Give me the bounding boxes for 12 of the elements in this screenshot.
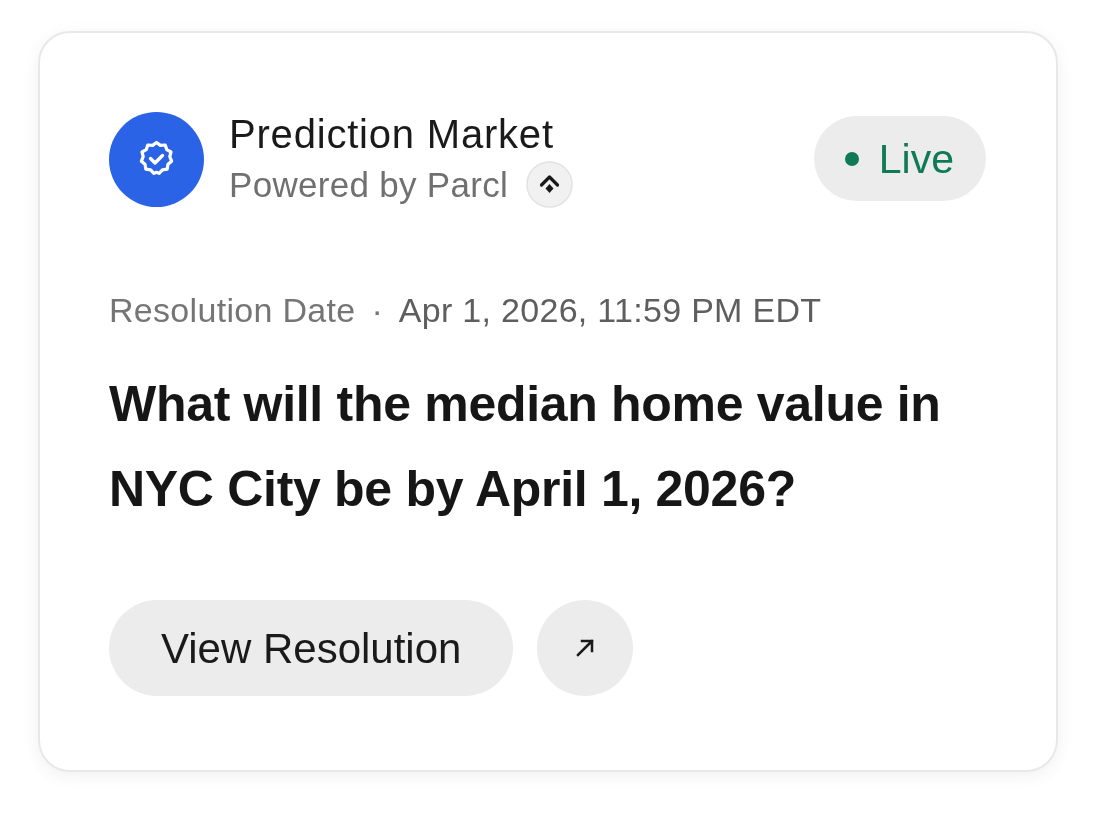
status-dot-icon <box>844 151 859 166</box>
resolution-date: Apr 1, 2026, 11:59 PM EDT <box>398 290 822 330</box>
arrow-up-right-icon <box>576 639 595 657</box>
status-label: Live <box>878 135 954 182</box>
logo-icon <box>526 161 574 208</box>
view-resolution-button[interactable]: View Resolution <box>109 600 514 696</box>
question-heading: What will the median home value in NYC City be by April 1, 2026? <box>109 375 942 519</box>
separator: · <box>371 290 383 330</box>
card-subtitle: Powered by Parcl <box>229 163 509 206</box>
card-title: Prediction Market <box>229 111 555 157</box>
verified-badge-icon <box>109 112 204 207</box>
resolution-label: Resolution Date <box>109 290 356 330</box>
